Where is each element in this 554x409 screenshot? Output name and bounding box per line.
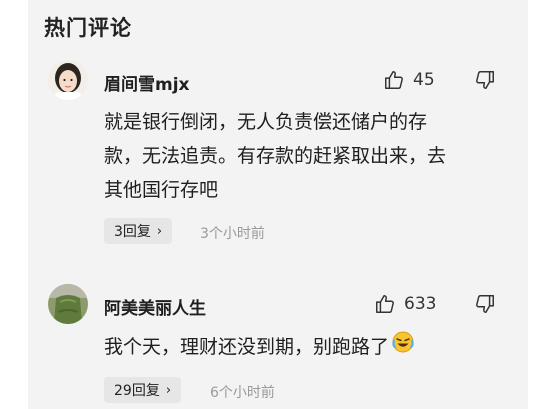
avatar-image — [48, 60, 88, 100]
username[interactable]: 阿美美丽人生 — [104, 294, 206, 319]
dislike-button[interactable] — [474, 69, 496, 91]
comment-text-line: 就是银行倒闭，无人负责偿还储户的存 — [104, 111, 428, 133]
avatar[interactable] — [48, 284, 88, 324]
like-button[interactable]: 633 — [374, 293, 436, 315]
thumbs-up-icon — [374, 293, 396, 315]
chevron-right-icon: › — [156, 223, 163, 239]
comment-text: 就是银行倒闭，无人负责偿还储户的存 款，无法追责。有存款的赶紧取出来，去 其他国… — [104, 105, 514, 207]
replies-button[interactable]: 29回复 › — [104, 377, 182, 403]
like-button[interactable]: 45 — [383, 69, 435, 91]
thumbs-down-icon — [474, 69, 496, 91]
section-title: 热门评论 — [44, 16, 132, 40]
dislike-button[interactable] — [474, 293, 496, 315]
avatar[interactable] — [48, 60, 88, 100]
like-count: 45 — [413, 70, 435, 90]
timestamp: 3个小时前 — [200, 226, 265, 242]
avatar-image — [48, 284, 88, 324]
timestamp: 6个小时前 — [210, 385, 275, 401]
replies-button[interactable]: 3回复 › — [104, 218, 173, 244]
comment-text-line: 款，无法追责。有存款的赶紧取出来，去 — [104, 145, 447, 167]
comment-text-line: 其他国行存吧 — [104, 179, 219, 201]
comment-text: 我个天，理财还没到期，别跑路了 — [104, 330, 514, 365]
crying-laughing-emoji-icon — [391, 330, 415, 365]
replies-label: 29回复 — [114, 383, 160, 399]
username[interactable]: 眉间雪mjx — [104, 70, 190, 95]
comment-text-line: 我个天，理财还没到期，别跑路了 — [104, 336, 390, 358]
thumbs-up-icon — [383, 69, 405, 91]
thumbs-down-icon — [474, 293, 496, 315]
replies-label: 3回复 — [114, 224, 151, 240]
like-count: 633 — [404, 294, 437, 314]
chevron-right-icon: › — [165, 382, 172, 398]
